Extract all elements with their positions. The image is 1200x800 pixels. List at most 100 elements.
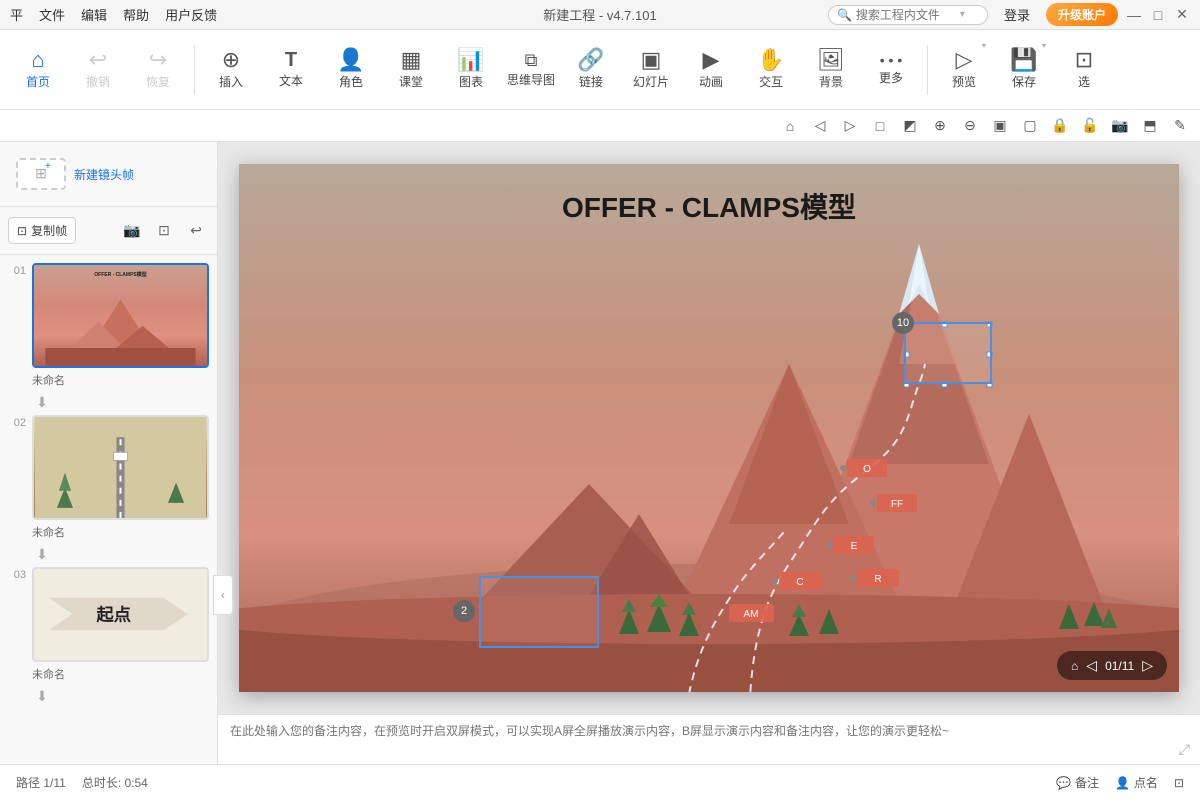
- copy-frame-button[interactable]: ⊡ 复制帧: [8, 217, 76, 244]
- sidebar-camera-button[interactable]: 📷: [119, 218, 145, 244]
- toolbar-select[interactable]: ⊡ 选: [1056, 35, 1112, 105]
- menu-flat[interactable]: 平: [10, 5, 23, 24]
- menu-bar: 平 文件 编辑 帮助 用户反馈: [10, 5, 217, 24]
- strip-camera-icon[interactable]: 📷: [1108, 114, 1132, 138]
- status-pointname-button[interactable]: 👤 点名: [1115, 774, 1158, 791]
- toolbar-chart[interactable]: 📊 图表: [443, 35, 499, 105]
- toolbar-bg[interactable]: 🖼 背景: [803, 35, 859, 105]
- strip-frame-icon[interactable]: ▣: [988, 114, 1012, 138]
- strip-edit-icon[interactable]: ✎: [1168, 114, 1192, 138]
- maximize-button[interactable]: □: [1150, 7, 1166, 23]
- slide-nav-home-icon[interactable]: ⌂: [1071, 659, 1078, 673]
- slide-number-3: 03: [8, 569, 26, 581]
- notes-area: ⤢: [218, 714, 1200, 764]
- menu-file[interactable]: 文件: [39, 5, 65, 24]
- strip-zoomout-icon[interactable]: ⊖: [958, 114, 982, 138]
- strip-prev-icon[interactable]: ◁: [808, 114, 832, 138]
- slide-thumbnail-3[interactable]: 起点: [32, 567, 209, 662]
- strip-next-icon[interactable]: ▷: [838, 114, 862, 138]
- slides-list: 01 OFFER - CLAMPS模型 未命名 ⬇: [0, 255, 217, 764]
- toolbar-link[interactable]: 🔗 链接: [563, 35, 619, 105]
- notes-textarea[interactable]: [230, 722, 1188, 758]
- toolbar-mindmap[interactable]: ⧉ 思维导图: [503, 35, 559, 105]
- sidebar-undo-button[interactable]: ↩: [183, 218, 209, 244]
- main-toolbar: ⌂ 首页 ↩ 撤销 ↪ 恢复 ⊕ 插入 T 文本 👤 角色 ▦ 课堂 📊 图表 …: [0, 30, 1200, 110]
- redo-icon: ↪: [149, 49, 167, 71]
- text-icon: T: [285, 50, 297, 70]
- sidebar-select-button[interactable]: ⊡: [151, 218, 177, 244]
- notes-expand-button[interactable]: ⤢: [1179, 741, 1190, 758]
- strip-lock-icon[interactable]: 🔒: [1048, 114, 1072, 138]
- slide-thumbnail-2[interactable]: [32, 415, 209, 520]
- insert-label: 插入: [219, 73, 243, 90]
- slide-item-2[interactable]: 02: [8, 415, 209, 520]
- selection-badge-1: 10: [892, 312, 914, 334]
- menu-edit[interactable]: 编辑: [81, 5, 107, 24]
- title-bar: 平 文件 编辑 帮助 用户反馈 新建工程 - v4.7.101 🔍 ▾ 登录 升…: [0, 0, 1200, 30]
- toolbar-insert[interactable]: ⊕ 插入: [203, 35, 259, 105]
- more-label: 更多: [879, 69, 903, 86]
- status-extra-button[interactable]: ⊡: [1174, 776, 1184, 790]
- toolbar-preview[interactable]: ▷ 预览 ▾: [936, 35, 992, 105]
- link-label: 链接: [579, 73, 603, 90]
- search-icon: 🔍: [837, 8, 852, 22]
- slide-nav-prev-icon[interactable]: ◁: [1086, 657, 1097, 674]
- slide-thumbnail-1[interactable]: OFFER - CLAMPS模型: [32, 263, 209, 368]
- toolbar-save[interactable]: 💾 保存 ▾: [996, 35, 1052, 105]
- lesson-icon: ▦: [401, 49, 422, 71]
- slide-label-3: 未命名: [32, 666, 209, 682]
- toolbar-undo[interactable]: ↩ 撤销: [70, 35, 126, 105]
- slide-timer-1: ⬇: [32, 394, 52, 411]
- toolbar-animation[interactable]: ▶ 动画: [683, 35, 739, 105]
- slide-canvas[interactable]: O FF E R C: [218, 142, 1200, 714]
- login-button[interactable]: 登录: [996, 3, 1038, 26]
- toolbar-home[interactable]: ⌂ 首页: [10, 35, 66, 105]
- toolbar-interact[interactable]: ✋ 交互: [743, 35, 799, 105]
- strip-halftone-icon[interactable]: ◩: [898, 114, 922, 138]
- slide-timer-2: ⬇: [32, 546, 52, 563]
- slide-nav-overlay[interactable]: ⌂ ◁ 01/11 ▷: [1057, 651, 1167, 680]
- search-box[interactable]: 🔍 ▾: [828, 5, 988, 25]
- status-bar: 路径 1/11 总时长: 0:54 💬 备注 👤 点名 ⊡: [0, 764, 1200, 800]
- redo-label: 恢复: [146, 73, 170, 90]
- search-input[interactable]: [856, 8, 956, 22]
- selection-box-2[interactable]: 2: [479, 576, 599, 648]
- slide-item-1[interactable]: 01 OFFER - CLAMPS模型: [8, 263, 209, 368]
- strip-lock2-icon[interactable]: 🔓: [1078, 114, 1102, 138]
- slide-item-3[interactable]: 03 起点: [8, 567, 209, 662]
- strip-box-icon[interactable]: ▢: [1018, 114, 1042, 138]
- strip-zoomin-icon[interactable]: ⊕: [928, 114, 952, 138]
- status-comment-button[interactable]: 💬 备注: [1056, 774, 1099, 791]
- upgrade-button[interactable]: 升级账户: [1046, 3, 1118, 26]
- minimize-button[interactable]: —: [1126, 7, 1142, 23]
- toolbar-redo[interactable]: ↪ 恢复: [130, 35, 186, 105]
- toolbar-more[interactable]: • • • 更多: [863, 35, 919, 105]
- close-button[interactable]: ✕: [1174, 7, 1190, 23]
- sidebar-collapse-button[interactable]: ‹: [213, 575, 233, 615]
- slide-icon: ▣: [641, 49, 662, 71]
- undo-label: 撤销: [86, 73, 110, 90]
- selection-badge-2: 2: [453, 600, 475, 622]
- save-icon: 💾: [1010, 49, 1037, 71]
- strip-home-icon[interactable]: ⌂: [778, 114, 802, 138]
- extra-icon: ⊡: [1174, 776, 1184, 790]
- link-icon: 🔗: [577, 49, 604, 71]
- toolbar-text[interactable]: T 文本: [263, 35, 319, 105]
- bg-label: 背景: [819, 73, 843, 90]
- new-frame-button[interactable]: ⊞ + 新建镜头帧: [8, 150, 209, 198]
- toolbar-lesson[interactable]: ▦ 课堂: [383, 35, 439, 105]
- toolbar-slide[interactable]: ▣ 幻灯片: [623, 35, 679, 105]
- strip-layout-icon[interactable]: ⬒: [1138, 114, 1162, 138]
- strip-fullscreen-icon[interactable]: □: [868, 114, 892, 138]
- svg-text:C: C: [796, 577, 803, 588]
- toolbar-role[interactable]: 👤 角色: [323, 35, 379, 105]
- slide-nav-next-icon[interactable]: ▷: [1142, 657, 1153, 674]
- menu-help[interactable]: 帮助: [123, 5, 149, 24]
- menu-feedback[interactable]: 用户反馈: [165, 5, 217, 24]
- mindmap-label: 思维导图: [507, 71, 555, 88]
- selection-box-1[interactable]: 10: [904, 322, 992, 384]
- select-label: 选: [1078, 73, 1090, 90]
- title-right: 🔍 ▾ 登录 升级账户 — □ ✕: [828, 3, 1190, 26]
- slide-number-1: 01: [8, 265, 26, 277]
- search-dropdown-icon[interactable]: ▾: [960, 9, 965, 20]
